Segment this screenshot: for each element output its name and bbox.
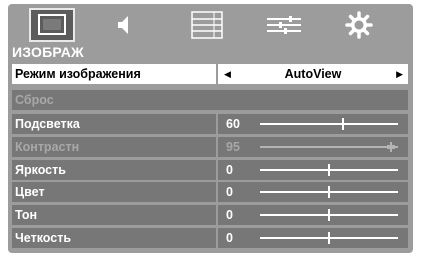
setting-slider[interactable]: 0 — [218, 160, 408, 180]
setting-label: Контрастн — [12, 137, 216, 157]
sliders-icon — [267, 16, 301, 34]
setting-value: 0 — [226, 231, 233, 245]
slider-track[interactable] — [260, 186, 398, 198]
slider-handle[interactable] — [328, 232, 330, 244]
reset-row: Сброс — [12, 90, 408, 110]
setting-value: 0 — [226, 185, 233, 199]
setting-label: Подсветка — [12, 114, 216, 134]
slider-track — [260, 142, 398, 152]
tab-functions[interactable] — [260, 8, 306, 42]
slider-handle[interactable] — [328, 186, 330, 198]
setting-value: 0 — [226, 163, 233, 177]
menu-icon-bar — [8, 4, 413, 46]
page-title: ИЗОБРАЖ — [12, 44, 84, 60]
setting-slider[interactable]: 0 — [218, 182, 408, 202]
tab-settings[interactable] — [336, 8, 382, 42]
setting-slider[interactable]: 0 — [218, 205, 408, 225]
slider-handle[interactable] — [342, 118, 344, 130]
setting-label: Тон — [12, 205, 216, 225]
picture-mode-selector[interactable]: ◀ AutoView ▶ — [218, 64, 408, 84]
slider-handle[interactable] — [328, 209, 330, 221]
setting-value: 60 — [226, 117, 240, 131]
slider-track[interactable] — [260, 232, 398, 244]
setting-slider: 95 — [218, 137, 408, 157]
slider-track[interactable] — [260, 164, 398, 176]
reset-label: Сброс — [12, 90, 408, 110]
setting-row-contrast: Контрастн 95 — [12, 137, 408, 157]
setting-row-backlight[interactable]: Подсветка 60 — [12, 114, 408, 134]
picture-mode-label: Режим изображения — [12, 64, 216, 84]
speaker-icon — [118, 16, 128, 34]
setting-row-brightness[interactable]: Яркость 0 — [12, 160, 408, 180]
gear-icon — [345, 11, 373, 39]
tab-picture[interactable] — [29, 8, 75, 42]
setting-label: Яркость — [12, 160, 216, 180]
slider-handle-cap — [387, 145, 395, 149]
picture-icon — [38, 14, 66, 35]
picture-mode-value: AutoView — [284, 67, 342, 81]
tab-channels[interactable] — [184, 8, 230, 42]
setting-slider[interactable]: 0 — [218, 228, 408, 248]
setting-label: Четкость — [12, 228, 216, 248]
picture-menu-panel: ИЗОБРАЖ Режим изображения ◀ AutoView ▶ С… — [8, 4, 413, 253]
tab-sound[interactable] — [98, 8, 144, 42]
setting-value: 0 — [226, 208, 233, 222]
setting-value: 95 — [226, 140, 240, 154]
slider-track[interactable] — [260, 118, 398, 130]
slider-track[interactable] — [260, 209, 398, 221]
setting-row-color[interactable]: Цвет 0 — [12, 182, 408, 202]
setting-label: Цвет — [12, 182, 216, 202]
setting-slider[interactable]: 60 — [218, 114, 408, 134]
slider-handle[interactable] — [328, 164, 330, 176]
list-icon — [191, 11, 223, 39]
picture-mode-row[interactable]: Режим изображения ◀ AutoView ▶ — [12, 64, 408, 84]
chevron-right-icon[interactable]: ▶ — [396, 64, 403, 84]
setting-row-sharpness[interactable]: Четкость 0 — [12, 228, 408, 248]
setting-row-tint[interactable]: Тон 0 — [12, 205, 408, 225]
